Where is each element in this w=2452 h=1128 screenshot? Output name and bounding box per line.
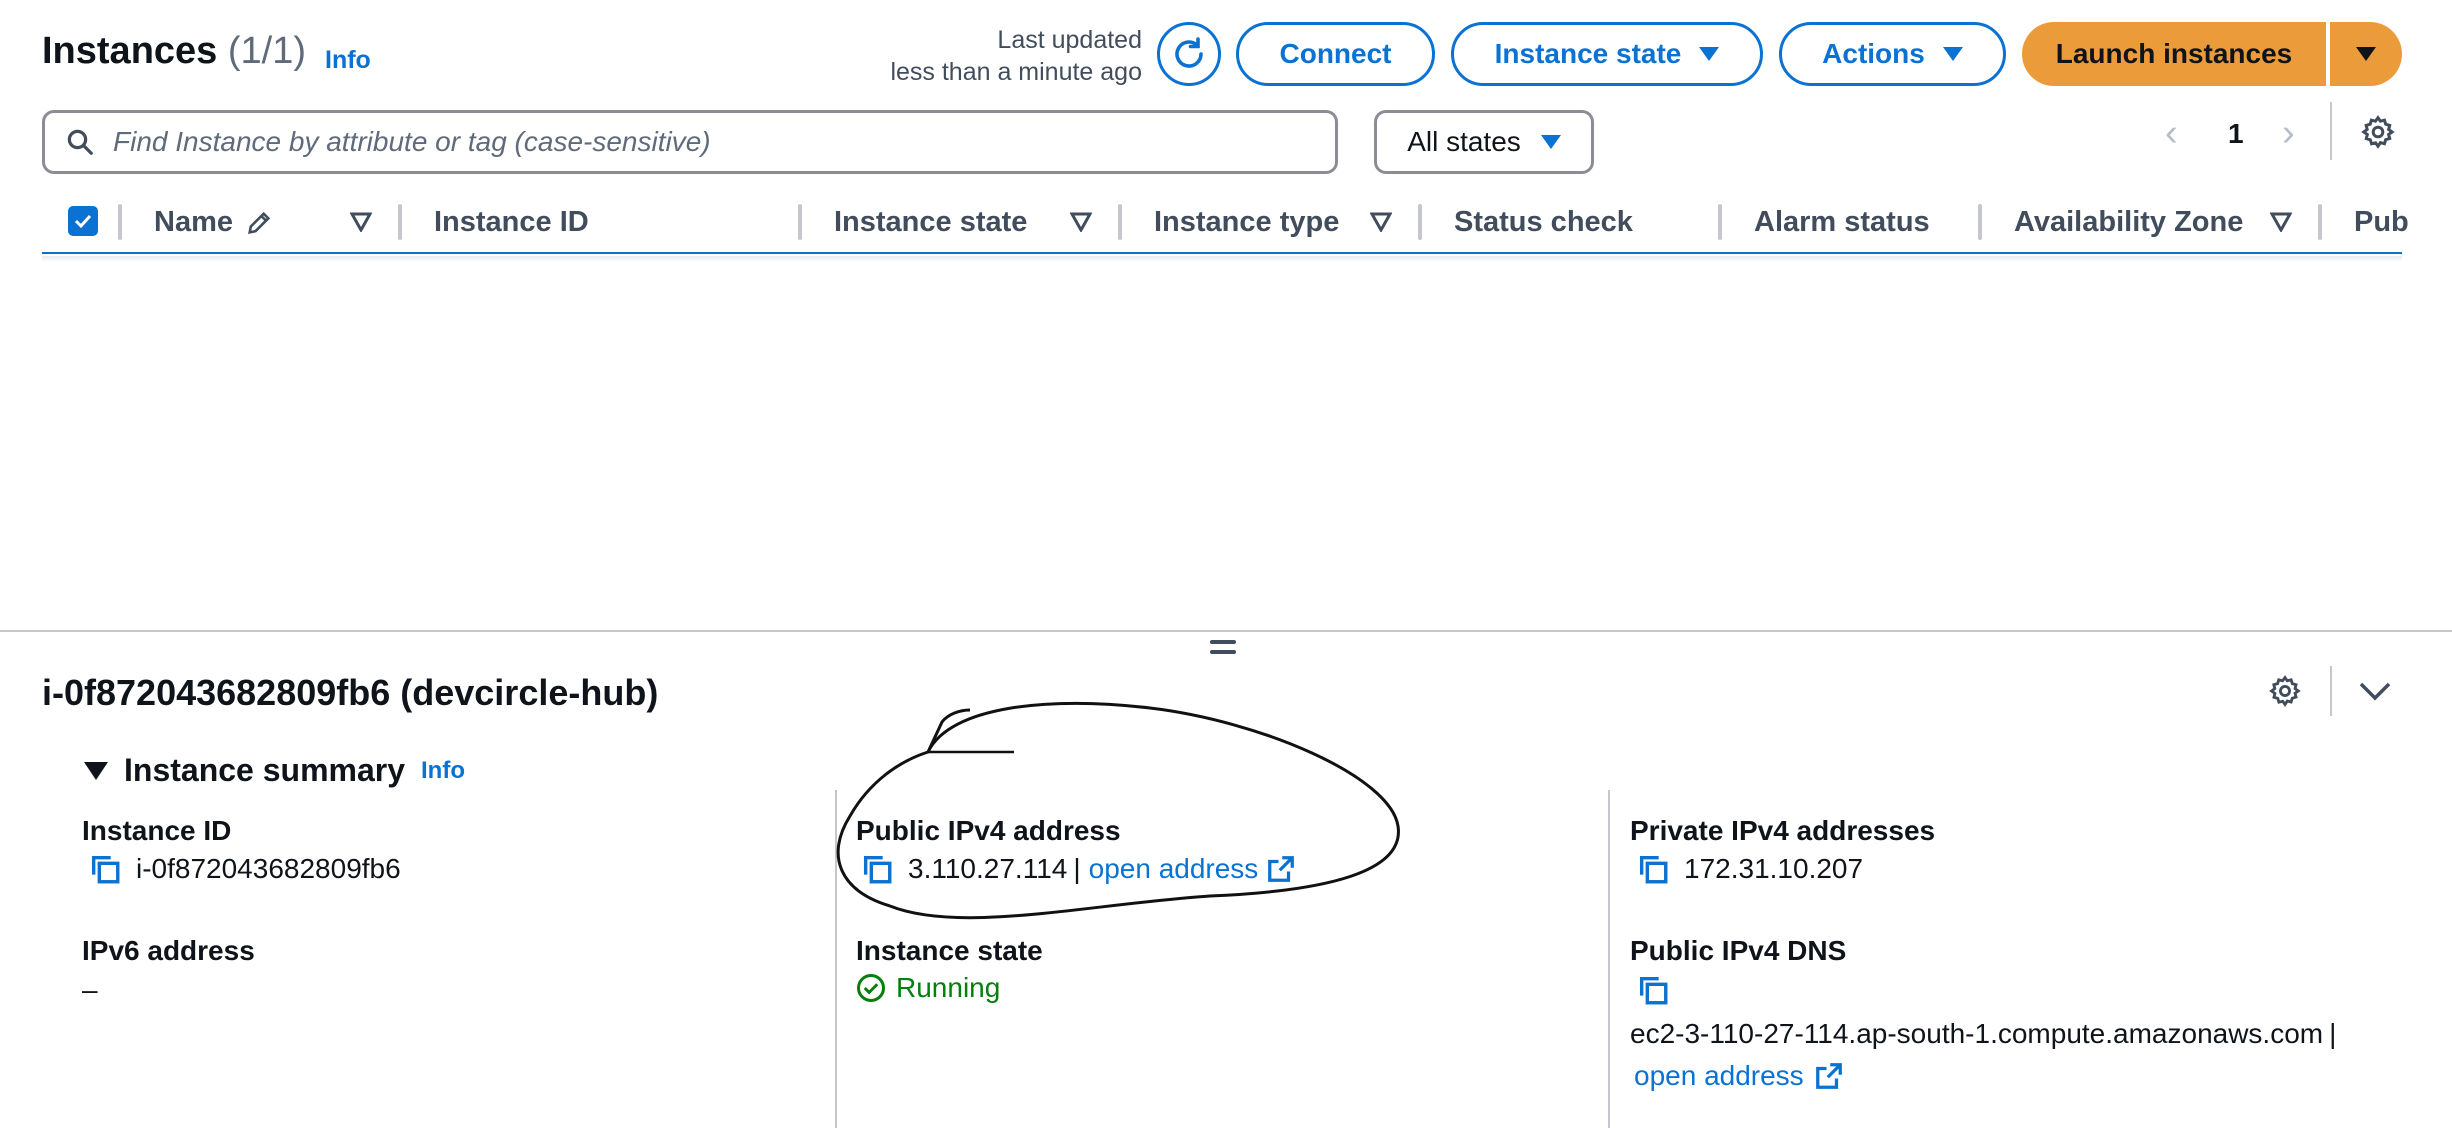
next-page-icon[interactable]: › [2282,112,2295,155]
info-link[interactable]: Info [325,46,371,75]
ipv6-value: – [82,974,98,1005]
launch-label: Launch instances [2055,38,2293,69]
caret-down-icon [2356,47,2376,61]
column-separator[interactable] [398,204,402,240]
table-header-shadow [42,256,2402,262]
column-header-name[interactable]: Name [154,206,273,239]
split-panel-divider [0,630,2452,632]
caret-down-icon [1540,135,1561,149]
column-label: Name [154,206,233,238]
divider [2330,102,2332,160]
connect-label: Connect [1279,38,1392,69]
private-ipv4-text: 172.31.10.207 [1684,853,1864,884]
select-all-checkbox[interactable] [68,206,98,236]
column-separator[interactable] [1978,204,1982,240]
hand-drawn-circle-annotation [836,701,1400,920]
dns-open-address[interactable]: open address [1634,1060,1844,1092]
instance-state-button[interactable]: Instance state [1451,22,1763,86]
column-label: Alarm status [1754,206,1930,238]
previous-page-icon[interactable]: ‹ [2165,112,2178,155]
launch-instances-button[interactable]: Launch instances [2022,22,2326,86]
private-ipv4-value: 172.31.10.207 [1636,852,1863,886]
caret-down-icon [1942,47,1963,61]
column-separator[interactable] [1718,204,1722,240]
instance-id-value: i-0f872043682809fb6 [88,852,401,886]
last-updated-label: Last updated [997,26,1142,54]
state-filter-value: All states [1407,126,1521,157]
instance-count: (1/1) [227,30,307,72]
info-link[interactable]: Info [421,757,465,785]
divider [2330,666,2332,716]
instance-state-label: Instance state [856,935,1043,966]
column-header-public[interactable]: Pub [2354,206,2409,239]
instance-summary-toggle[interactable]: Instance summary Info [84,752,465,789]
column-label: Availability Zone [2014,206,2244,238]
public-dns-label: Public IPv4 DNS [1630,935,1847,966]
separator: | [2329,1018,2337,1049]
summary-title: Instance summary [124,752,406,788]
column-separator[interactable] [118,204,122,240]
column-divider [1608,790,1610,1128]
instance-state-label: Instance state [1494,38,1682,69]
pencil-icon [248,211,271,234]
gear-icon[interactable] [2268,674,2302,708]
column-header-alarm-status[interactable]: Alarm status [1754,206,1930,239]
sort-icon[interactable] [1070,212,1092,232]
last-updated-value: less than a minute ago [890,58,1142,86]
external-link-icon[interactable] [1814,1061,1844,1091]
private-ipv4-label: Private IPv4 addresses [1630,815,1936,846]
page-number[interactable]: 1 [2228,118,2244,150]
sort-icon[interactable] [1370,212,1392,232]
sort-icon[interactable] [350,212,372,232]
check-circle-icon [857,974,885,1002]
chevron-down-icon[interactable] [2358,680,2392,702]
open-address-link[interactable]: open address [1634,1060,1804,1092]
column-separator[interactable] [1418,204,1422,240]
caret-down-icon [84,761,108,780]
page-title-text: Instances [42,30,218,72]
instance-id-text: i-0f872043682809fb6 [136,853,401,884]
search-icon [67,129,93,155]
column-header-instance-id[interactable]: Instance ID [434,206,589,239]
refresh-icon [1175,37,1203,68]
search-input[interactable] [113,126,1293,158]
caret-down-icon [1699,47,1720,61]
refresh-button[interactable] [1157,22,1221,86]
sort-icon[interactable] [2270,212,2292,232]
copy-icon[interactable] [88,852,122,886]
column-label: Pub [2354,206,2409,238]
connect-button[interactable]: Connect [1236,22,1435,86]
column-header-availability-zone[interactable]: Availability Zone [2014,206,2243,239]
column-label: Instance state [834,206,1028,238]
instance-id-label: Instance ID [82,815,232,846]
public-dns-value: ec2-3-110-27-114.ap-south-1.compute.amaz… [1630,1018,2336,1050]
column-header-instance-type[interactable]: Instance type [1154,206,1339,239]
launch-dropdown-button[interactable] [2330,22,2402,86]
column-label: Instance type [1154,206,1340,238]
column-label: Instance ID [434,206,589,238]
column-label: Status check [1454,206,1633,238]
column-separator[interactable] [798,204,802,240]
ipv6-label: IPv6 address [82,935,255,966]
drag-handle-icon[interactable] [1210,640,1236,660]
column-separator[interactable] [2318,204,2322,240]
check-icon [74,214,92,229]
actions-button[interactable]: Actions [1779,22,2006,86]
public-dns-text: ec2-3-110-27-114.ap-south-1.compute.amaz… [1630,1018,2324,1049]
search-box[interactable] [42,110,1338,174]
state-filter-select[interactable]: All states [1374,110,1594,174]
detail-title: i-0f872043682809fb6 (devcircle-hub) [42,672,659,713]
actions-label: Actions [1822,38,1925,69]
gear-icon[interactable] [2360,114,2396,150]
column-separator[interactable] [1118,204,1122,240]
copy-icon[interactable] [1636,852,1670,886]
copy-icon[interactable] [1636,973,1670,1007]
column-header-status-check[interactable]: Status check [1454,206,1633,239]
instance-state-value: Running [856,972,1000,1004]
last-updated: Last updated less than a minute ago [830,24,1142,88]
instance-state-text: Running [896,972,1001,1003]
page-title: Instances (1/1) [42,30,306,73]
column-header-instance-state[interactable]: Instance state [834,206,1027,239]
